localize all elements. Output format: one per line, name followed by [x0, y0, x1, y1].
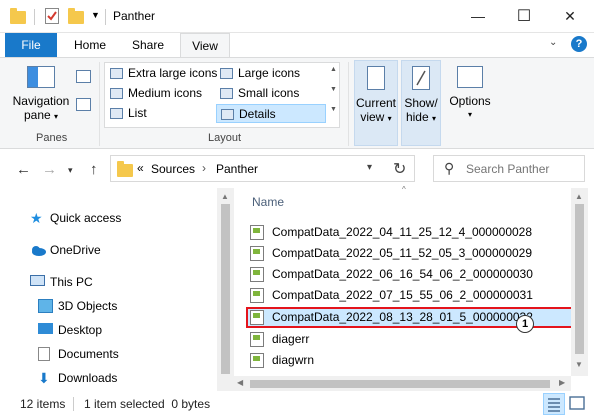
- tab-share[interactable]: Share: [124, 33, 172, 57]
- layout-list[interactable]: List: [106, 104, 147, 123]
- search-input[interactable]: [466, 160, 581, 178]
- layout-scroll-down-icon[interactable]: ▼: [328, 86, 339, 93]
- maximize-button[interactable]: ☐: [501, 0, 547, 32]
- download-arrow-icon: ⬇: [38, 370, 50, 386]
- file-icon: [250, 246, 264, 261]
- layout-large-icons[interactable]: Large icons: [216, 64, 300, 83]
- panes-group-label: Panes: [36, 132, 68, 144]
- file-icon: [250, 353, 264, 368]
- forward-arrow-icon[interactable]: →: [42, 161, 57, 178]
- desktop-icon: [38, 323, 53, 334]
- layout-expand-icon[interactable]: ▼: [328, 106, 339, 113]
- breadcrumb-separator: ›: [202, 161, 206, 175]
- hscroll-left-icon[interactable]: ◀: [237, 378, 243, 387]
- collapse-ribbon-icon[interactable]: ⌄: [549, 37, 557, 48]
- options-icon: [457, 66, 483, 88]
- file-row[interactable]: CompatData_2022_05_11_52_05_3_000000029: [248, 243, 575, 264]
- extra-large-icons-icon: [110, 68, 123, 79]
- back-arrow-icon[interactable]: ←: [16, 161, 31, 178]
- layout-details[interactable]: Details: [216, 104, 326, 123]
- hscroll-thumb[interactable]: [250, 380, 550, 388]
- details-pane-icon[interactable]: [76, 98, 91, 111]
- tab-file[interactable]: File: [5, 33, 57, 57]
- hscroll-right-icon[interactable]: ▶: [559, 378, 565, 387]
- status-bar: 12 items 1 item selected 0 bytes: [0, 391, 594, 419]
- 3d-objects-icon: [38, 299, 53, 313]
- layout-extra-large-icons[interactable]: Extra large icons: [106, 64, 217, 83]
- show-hide-icon: [412, 66, 430, 90]
- nav-pane-scrollbar[interactable]: ▲: [217, 188, 234, 391]
- breadcrumb-panther[interactable]: Panther: [216, 162, 258, 176]
- navigation-pane: ★ Quick access OneDrive This PC 3D Objec…: [0, 188, 232, 391]
- layout-small-icons[interactable]: Small icons: [216, 84, 299, 103]
- callout-badge: 1: [516, 315, 534, 333]
- details-icon: [221, 109, 234, 120]
- tab-home[interactable]: Home: [66, 33, 114, 57]
- tab-view[interactable]: View: [180, 33, 230, 58]
- star-icon: ★: [30, 210, 43, 226]
- help-icon[interactable]: ?: [571, 36, 587, 52]
- file-list-horizontal-scrollbar[interactable]: ◀ ▶: [234, 376, 571, 391]
- refresh-icon[interactable]: ↻: [393, 159, 406, 179]
- large-icons-view-icon: [569, 396, 585, 410]
- recent-locations-icon[interactable]: ▾: [68, 165, 73, 176]
- file-icon: [250, 332, 264, 347]
- small-icons-icon: [220, 88, 233, 99]
- navigation-pane-icon: [27, 66, 55, 88]
- large-icons-icon: [220, 68, 233, 79]
- layout-medium-icons[interactable]: Medium icons: [106, 84, 202, 103]
- file-row[interactable]: CompatData_2022_07_15_55_06_2_000000031: [248, 285, 575, 306]
- address-dropdown-icon[interactable]: ▾: [367, 162, 372, 173]
- vscroll-up-icon[interactable]: ▲: [575, 192, 583, 201]
- current-view-button[interactable]: Current view ▾: [354, 62, 398, 126]
- computer-icon: [30, 275, 45, 286]
- search-icon: ⚲: [444, 160, 455, 176]
- sort-ascending-icon: ^: [402, 185, 406, 194]
- layout-group-label: Layout: [208, 132, 242, 144]
- file-row[interactable]: CompatData_2022_06_16_54_06_2_000000030: [248, 264, 575, 285]
- item-count: 12 items: [20, 397, 66, 411]
- cloud-icon: [30, 243, 46, 257]
- minimize-button[interactable]: —: [455, 0, 501, 32]
- breadcrumb-sources[interactable]: Sources: [151, 162, 195, 176]
- options-button[interactable]: Options ▾: [446, 62, 494, 122]
- file-icon: [250, 225, 264, 240]
- column-header-name[interactable]: Name: [252, 195, 284, 209]
- file-list-vertical-scrollbar[interactable]: ▲ ▼: [571, 188, 588, 376]
- medium-icons-icon: [110, 88, 123, 99]
- preview-pane-icon[interactable]: [76, 70, 91, 83]
- vscroll-thumb[interactable]: [575, 204, 584, 354]
- address-bar[interactable]: « Sources › Panther ▾ ↻: [110, 155, 415, 182]
- ribbon: Navigation pane ▾ Panes Extra large icon…: [0, 57, 594, 149]
- navigation-pane-button[interactable]: Navigation pane ▾: [10, 62, 72, 124]
- layout-scroll-up-icon[interactable]: ▲: [328, 66, 339, 73]
- details-view-toggle[interactable]: [543, 393, 565, 415]
- nav-scroll-up-icon[interactable]: ▲: [221, 192, 229, 201]
- nav-scroll-thumb[interactable]: [221, 204, 230, 374]
- file-row[interactable]: CompatData_2022_04_11_25_12_4_000000028: [248, 222, 575, 243]
- documents-icon: [38, 347, 50, 361]
- window-title: Panther: [113, 9, 156, 23]
- ribbon-tabs: File Home Share View: [0, 33, 594, 58]
- large-icons-view-toggle[interactable]: [567, 393, 589, 415]
- address-overflow[interactable]: «: [137, 161, 144, 175]
- customize-quick-access-icon[interactable]: ▼: [91, 10, 100, 20]
- title-bar: ▼ Panther — ☐ ✕: [0, 0, 594, 33]
- up-arrow-icon[interactable]: ↑: [90, 161, 98, 178]
- file-icon: [250, 267, 264, 282]
- details-view-icon: [548, 398, 560, 412]
- selection-status: 1 item selected 0 bytes: [84, 397, 211, 411]
- show-hide-button[interactable]: Show/ hide ▾: [401, 62, 441, 126]
- file-row[interactable]: diagwrn: [248, 350, 575, 371]
- search-box[interactable]: ⚲: [433, 155, 585, 182]
- vscroll-down-icon[interactable]: ▼: [575, 360, 583, 369]
- current-view-icon: [367, 66, 385, 90]
- list-icon: [110, 108, 123, 119]
- properties-icon[interactable]: [45, 8, 59, 24]
- file-icon: [250, 288, 264, 303]
- close-button[interactable]: ✕: [547, 0, 593, 32]
